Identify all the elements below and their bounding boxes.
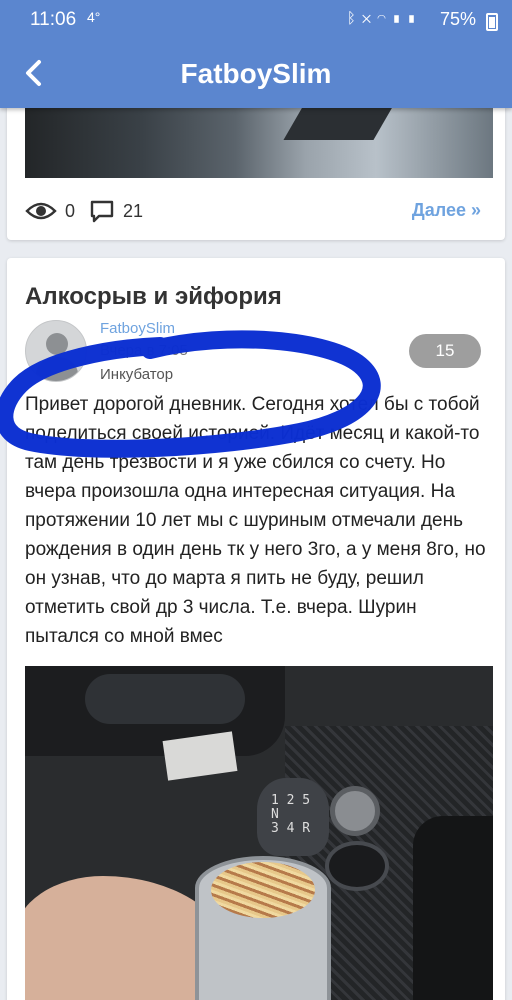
post-date: Вчера в 7:05 (100, 342, 188, 359)
views-count: 0 (65, 200, 76, 221)
signal-icon: ▮ (406, 10, 422, 27)
post-group[interactable]: Инкубатор (100, 366, 173, 383)
comment-icon[interactable] (89, 199, 115, 223)
author-link[interactable]: FatboySlim (100, 320, 175, 337)
rating-badge: 15 (409, 334, 481, 368)
post-photo[interactable]: 1 2 5 N 3 4 R (25, 666, 493, 1000)
avatar[interactable] (25, 320, 87, 382)
previous-post-image[interactable] (25, 100, 493, 178)
battery-icon (486, 13, 498, 31)
status-icons: ᛒ✕◠▮▮ (347, 10, 422, 27)
signal-icon: ▮ (391, 10, 407, 27)
comments-count: 21 (123, 200, 144, 221)
app-bar: 11:06 4° ᛒ✕◠▮▮ 75% FatboySlim (0, 0, 512, 108)
post-text: Привет дорогой дневник. Сегодня хотел бы… (25, 394, 486, 647)
post-stats: 0 21 (25, 198, 157, 224)
post-card: Алкосрыв и эйфория FatboySlim Вчера в 7:… (7, 258, 505, 1000)
status-bar: 11:06 4° ᛒ✕◠▮▮ 75% (0, 0, 512, 40)
gear-knob-label: 1 2 5 N 3 4 R (271, 793, 311, 836)
status-temperature: 4° (87, 9, 101, 25)
bluetooth-icon: ᛒ (346, 10, 362, 27)
app-title: FatboySlim (180, 58, 332, 89)
wifi-icon: ◠ (376, 10, 392, 27)
battery-percent: 75% (439, 9, 476, 29)
post-title[interactable]: Алкосрыв и эйфория (25, 283, 282, 311)
read-more-link[interactable]: Далее » (412, 200, 481, 221)
eye-icon (25, 200, 57, 222)
status-time: 11:06 (30, 9, 77, 30)
mute-icon: ✕ (361, 10, 377, 27)
